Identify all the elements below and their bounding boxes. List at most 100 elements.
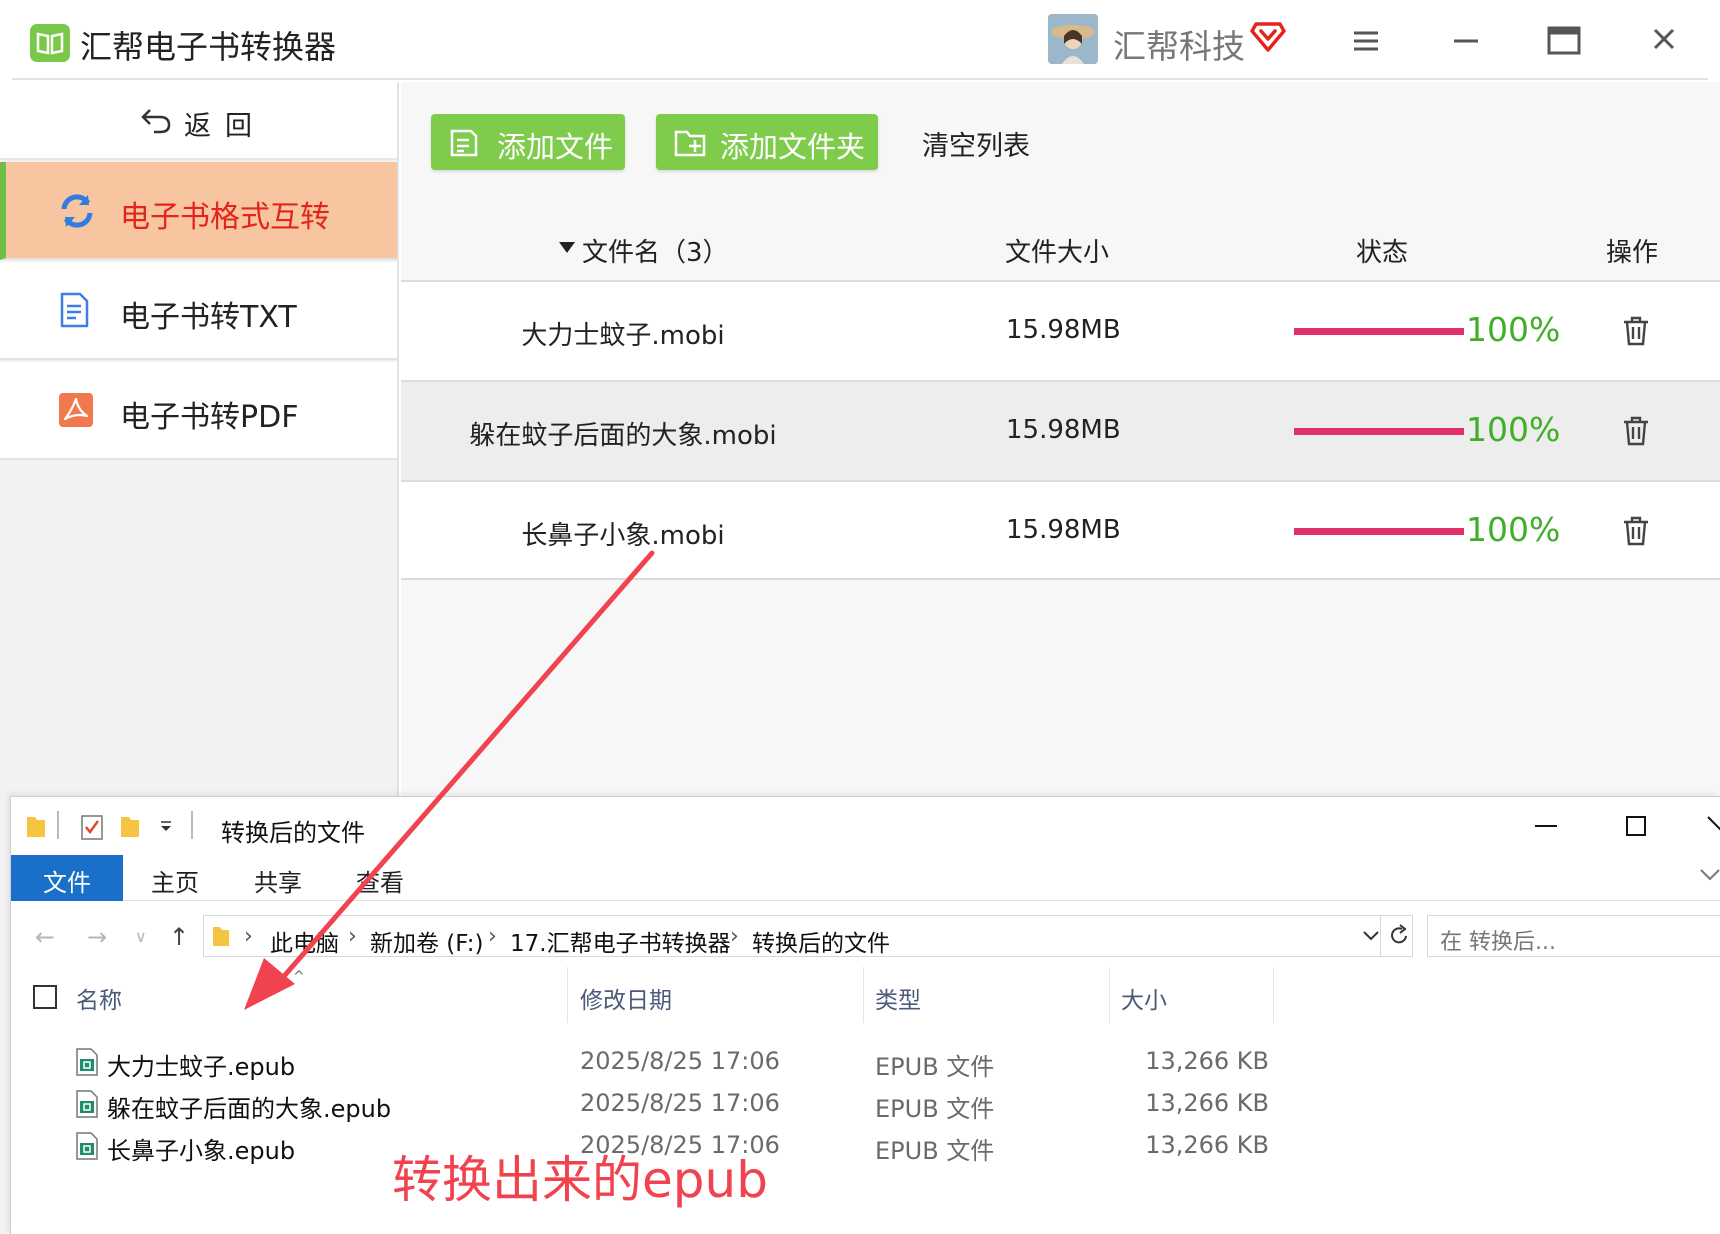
sidebar-item-label: 电子书转PDF: [120, 400, 299, 435]
file-list-item[interactable]: 大力士蚊子.epub 2025/8/25 17:06 EPUB 文件 13,26…: [11, 1043, 1720, 1083]
explorer-ribbon: 文件 主页 共享 查看: [11, 855, 1720, 901]
add-file-button[interactable]: 添加文件: [431, 114, 625, 170]
address-row: ← → ∨ ↑ › 此电脑 › 新加卷 (F:) › 17.汇帮电子书转换器 ›…: [11, 909, 1720, 961]
col-status: 状态: [1356, 238, 1409, 268]
col-action: 操作: [1606, 238, 1659, 268]
clear-list-button[interactable]: 清空列表: [922, 124, 1030, 163]
ribbon-tab-view[interactable]: 查看: [356, 855, 404, 901]
add-folder-icon: [674, 128, 708, 165]
col-name[interactable]: 名称: [76, 981, 122, 1015]
file-type: EPUB 文件: [875, 1095, 995, 1123]
file-explorer-window: 转换后的文件 文件 主页 共享 查看 ← → ∨ ↑ › 此电脑 › 新加卷 (…: [10, 796, 1720, 1234]
file-name: 躲在蚊子后面的大象.epub: [107, 1095, 392, 1123]
back-button[interactable]: 返回: [0, 82, 397, 160]
up-nav-icon[interactable]: ↑: [169, 923, 189, 951]
table-row[interactable]: 大力士蚊子.mobi 15.98MB 100%: [401, 280, 1720, 380]
breadcrumb-current[interactable]: 转换后的文件: [752, 924, 890, 958]
quick-access-dropdown-icon[interactable]: [159, 817, 173, 836]
col-size[interactable]: 大小: [1121, 981, 1167, 1015]
column-divider[interactable]: [567, 967, 568, 1023]
company-name: 汇帮科技: [1113, 27, 1245, 66]
txt-doc-icon: [58, 292, 90, 332]
breadcrumb-drive[interactable]: 新加卷 (F:): [370, 924, 483, 958]
add-folder-button[interactable]: 添加文件夹: [656, 114, 878, 170]
sidebar-item-label: 电子书转TXT: [120, 300, 297, 335]
breadcrumb-this-pc[interactable]: 此电脑: [270, 924, 339, 958]
col-type[interactable]: 类型: [875, 981, 921, 1015]
column-divider[interactable]: [1273, 967, 1274, 1023]
breadcrumb-separator: ›: [488, 924, 497, 949]
maximize-icon[interactable]: [1542, 20, 1586, 60]
epub-file-icon: [75, 1089, 99, 1123]
sidebar-item-to-pdf[interactable]: 电子书转PDF: [0, 362, 397, 460]
annotation-label: 转换出来的epub: [392, 1151, 768, 1209]
close-icon[interactable]: [1642, 20, 1686, 60]
progress-fill: [1294, 328, 1464, 335]
progress-bar: [1294, 528, 1464, 535]
breadcrumb-separator: ›: [730, 924, 739, 949]
progress-bar: [1294, 428, 1464, 435]
app-title: 汇帮电子书转换器: [80, 28, 337, 66]
recent-dropdown-icon[interactable]: ∨: [135, 927, 147, 946]
menu-icon[interactable]: [1344, 20, 1388, 60]
col-filesize: 文件大小: [1005, 238, 1110, 268]
refresh-icon: [58, 192, 96, 234]
delete-trash-icon[interactable]: [1623, 316, 1649, 350]
file-size: 15.98MB: [1006, 315, 1121, 345]
back-nav-icon[interactable]: ←: [35, 923, 55, 951]
progress-percent: 100%: [1466, 310, 1561, 349]
delete-trash-icon[interactable]: [1623, 416, 1649, 450]
user-avatar[interactable]: [1048, 14, 1098, 64]
sidebar-item-label: 电子书格式互转: [120, 200, 330, 235]
sidebar-item-format-convert[interactable]: 电子书格式互转: [0, 162, 397, 260]
column-divider[interactable]: [1109, 967, 1110, 1023]
progress-fill: [1294, 428, 1464, 435]
file-name: 长鼻子小象.mobi: [521, 521, 725, 551]
ribbon-tab-home[interactable]: 主页: [151, 855, 199, 901]
table-row[interactable]: 躲在蚊子后面的大象.mobi 15.98MB 100%: [401, 380, 1720, 480]
minimize-icon[interactable]: [1444, 20, 1488, 60]
select-all-checkbox[interactable]: [33, 985, 57, 1009]
file-name: 躲在蚊子后面的大象.mobi: [469, 421, 777, 451]
progress-fill: [1294, 528, 1464, 535]
add-folder-label: 添加文件夹: [720, 130, 866, 164]
forward-nav-icon[interactable]: →: [87, 923, 107, 951]
table-row[interactable]: 长鼻子小象.mobi 15.98MB 100%: [401, 480, 1720, 580]
ribbon-tab-share[interactable]: 共享: [254, 855, 302, 901]
file-size: 15.98MB: [1006, 515, 1121, 545]
address-dropdown-icon[interactable]: [1362, 928, 1380, 947]
title-divider: [12, 78, 1708, 80]
new-folder-icon[interactable]: [119, 813, 141, 843]
epub-file-icon: [75, 1131, 99, 1165]
back-arrow-icon: [140, 106, 172, 138]
explorer-maximize-icon[interactable]: [1621, 811, 1651, 845]
ribbon-tab-file[interactable]: 文件: [11, 855, 123, 901]
sort-down-icon[interactable]: [559, 242, 575, 253]
properties-check-icon[interactable]: [79, 813, 105, 845]
column-divider[interactable]: [863, 967, 864, 1023]
explorer-minimize-icon[interactable]: [1531, 811, 1561, 845]
explorer-close-icon[interactable]: [1704, 811, 1720, 845]
epub-file-icon: [75, 1047, 99, 1081]
explorer-column-header: ^ 名称 修改日期 类型 大小: [11, 967, 1720, 1023]
folder-icon: [25, 813, 47, 843]
title-bar: 汇帮电子书转换器 汇帮科技: [0, 0, 1720, 80]
sidebar-item-to-txt[interactable]: 电子书转TXT: [0, 262, 397, 360]
progress-percent: 100%: [1466, 410, 1561, 449]
file-type: EPUB 文件: [875, 1053, 995, 1081]
file-name: 长鼻子小象.epub: [107, 1137, 296, 1165]
explorer-title: 转换后的文件: [221, 819, 365, 847]
refresh-address-icon[interactable]: [1388, 924, 1410, 952]
search-input[interactable]: 在 转换后...: [1427, 915, 1720, 957]
col-modified[interactable]: 修改日期: [580, 981, 672, 1015]
address-bar[interactable]: › 此电脑 › 新加卷 (F:) › 17.汇帮电子书转换器 › 转换后的文件: [203, 915, 1413, 957]
search-placeholder: 在 转换后...: [1440, 930, 1556, 955]
breadcrumb-app-folder[interactable]: 17.汇帮电子书转换器: [510, 924, 731, 958]
file-name: 大力士蚊子.epub: [107, 1053, 296, 1081]
file-list-item[interactable]: 躲在蚊子后面的大象.epub 2025/8/25 17:06 EPUB 文件 1…: [11, 1085, 1720, 1125]
col-filename[interactable]: 文件名（3）: [582, 232, 729, 269]
delete-trash-icon[interactable]: [1623, 516, 1649, 550]
ribbon-expand-chevron-icon[interactable]: [1699, 867, 1720, 887]
file-list-item[interactable]: 长鼻子小象.epub 2025/8/25 17:06 EPUB 文件 13,26…: [11, 1127, 1720, 1167]
vip-diamond-icon[interactable]: [1250, 18, 1286, 58]
